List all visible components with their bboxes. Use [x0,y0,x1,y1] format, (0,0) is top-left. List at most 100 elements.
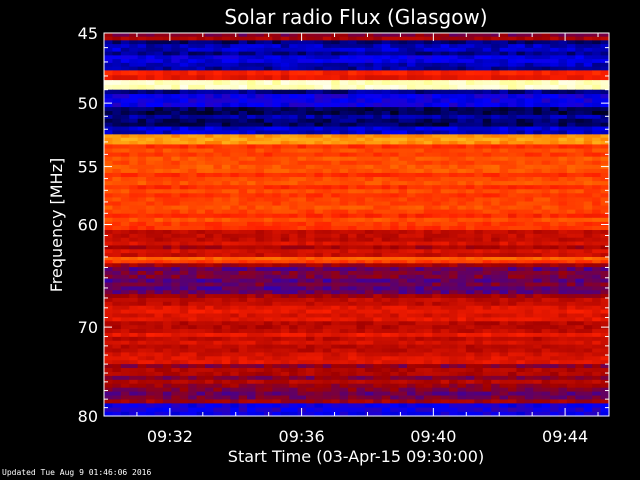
heatmap-cell [364,122,374,128]
heatmap-cell [314,221,324,227]
heatmap-cell [449,193,459,199]
heatmap-cell [482,225,492,231]
heatmap-cell [407,237,417,243]
heatmap-cell [255,111,265,116]
heatmap-cell [104,205,114,211]
heatmap-cell [364,80,374,86]
heatmap-cell [381,118,391,124]
heatmap-cell [390,193,400,199]
heatmap-cell [272,221,282,227]
heatmap-cell [339,344,349,350]
heatmap-cell [415,59,425,64]
heatmap-cell [120,230,130,235]
heatmap-cell [524,111,534,116]
heatmap-cell [154,278,164,284]
heatmap-cell [247,168,257,174]
heatmap-cell [137,185,147,190]
heatmap-cell [297,290,307,295]
heatmap-cell [213,168,223,174]
heatmap-cell [297,221,307,227]
heatmap-cell [558,44,568,49]
heatmap-cell [407,278,417,284]
heatmap-cell [339,51,349,56]
heatmap-cell [314,270,324,276]
heatmap-cell [171,55,181,60]
heatmap-cell [440,84,450,91]
heatmap-cell [440,172,450,178]
heatmap-cell [592,286,602,291]
heatmap-cell [482,126,492,132]
heatmap-cell [112,47,122,53]
heatmap-cell [398,253,408,258]
heatmap-cell [524,253,534,258]
heatmap-cell [508,55,518,60]
heatmap-cell [314,189,324,194]
heatmap-cell [432,309,442,315]
heatmap-cell [541,75,551,81]
heatmap-cell [129,356,139,361]
heatmap-cell [280,66,290,71]
heatmap-cell [499,177,509,182]
heatmap-cell [272,189,282,194]
heatmap-cell [289,352,299,357]
heatmap-cell [558,267,568,272]
heatmap-cell [322,209,332,215]
heatmap-cell [129,89,139,95]
heatmap-cell [196,329,206,334]
heatmap-cell [600,55,610,60]
heatmap-cell [364,189,374,194]
heatmap-cell [390,185,400,190]
heatmap-cell [508,317,518,322]
heatmap-cell [423,59,433,64]
heatmap-cell [465,94,475,99]
heatmap-cell [322,245,332,250]
heatmap-cell [272,84,282,91]
heatmap-cell [491,114,501,120]
heatmap-cell [280,111,290,116]
heatmap-cell [238,156,248,162]
heatmap-cell [179,94,189,99]
heatmap-cell [112,126,122,132]
heatmap-cell [373,201,383,207]
heatmap-cell [179,317,189,322]
heatmap-cell [280,51,290,56]
heatmap-cell [137,360,147,365]
heatmap-cell [449,317,459,322]
heatmap-cell [398,348,408,354]
heatmap-cell [423,40,433,45]
heatmap-cell [297,267,307,272]
heatmap-cell [356,221,366,227]
heatmap-cell [407,172,417,178]
heatmap-cell [533,75,543,81]
heatmap-cell [457,209,467,215]
heatmap-cell [583,209,593,215]
heatmap-cell [550,270,560,276]
heatmap-cell [364,340,374,346]
heatmap-cell [407,221,417,227]
heatmap-cell [398,209,408,215]
heatmap-cell [491,301,501,307]
heatmap-cell [289,44,299,49]
heatmap-cell [482,278,492,284]
heatmap-cell [592,94,602,99]
heatmap-cell [432,70,442,76]
heatmap-cell [373,130,383,135]
heatmap-cell [322,221,332,227]
heatmap-cell [179,237,189,243]
heatmap-cell [575,134,585,139]
heatmap-cell [171,309,181,315]
heatmap-cell [491,317,501,322]
heatmap-cell [171,267,181,272]
heatmap-cell [550,80,560,86]
heatmap-cell [508,309,518,315]
heatmap-cell [558,130,568,135]
heatmap-cell [432,156,442,162]
heatmap-cell [508,84,518,91]
heatmap-cell [491,62,501,68]
heatmap-cell [482,33,492,38]
heatmap-cell [541,33,551,38]
heatmap-cell [104,118,114,124]
heatmap-cell [575,118,585,124]
heatmap-cell [381,253,391,258]
heatmap-cell [154,317,164,322]
